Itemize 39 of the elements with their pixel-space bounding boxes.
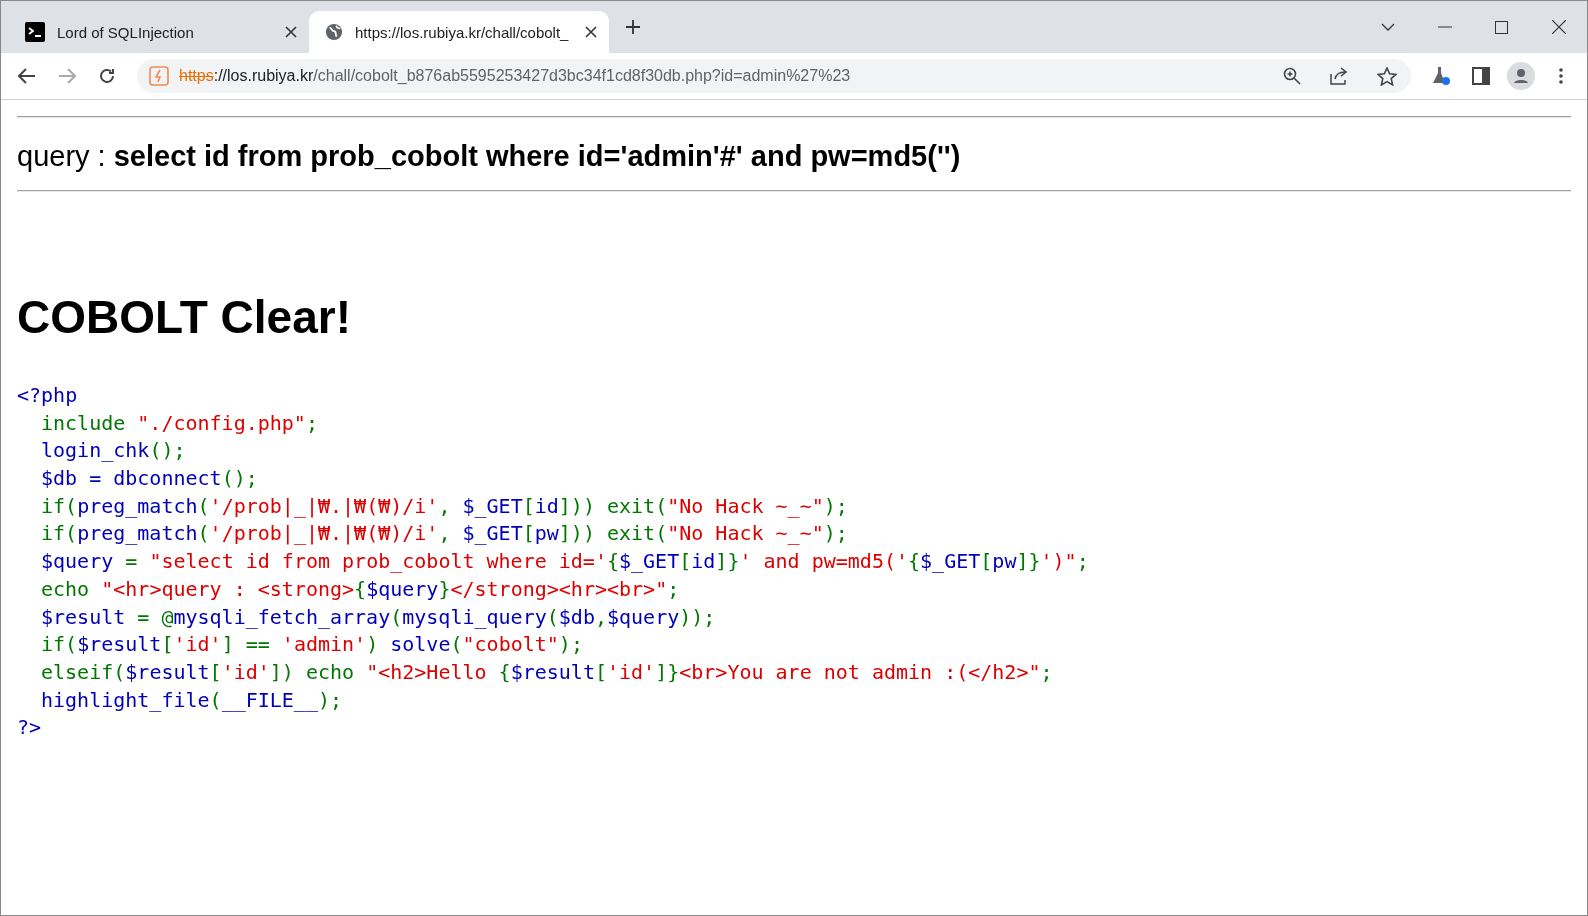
reload-icon[interactable] — [98, 67, 116, 85]
profile-avatar-icon[interactable] — [1507, 62, 1535, 90]
code-line: include "./config.php"; — [40, 409, 318, 437]
code-line: ?> — [17, 714, 42, 742]
query-text: query : select id from prob_cobolt where id='admin'#' and pw=md5('') — [17, 140, 962, 173]
code-line: $query = "select id from prob_cobolt where id='{$_GET[id]}' and pw=md5('{$_GET[pw]}')"; — [40, 548, 1089, 576]
code-line: elseif($result['id']) echo "<h2>Hello {$result['id']}<br>You are not admin :(</h2>"; — [40, 658, 1053, 686]
minimize-icon[interactable] — [1437, 26, 1452, 28]
code-line: echo "<hr>query : <strong>{$query}</strong><hr><br>"; — [40, 575, 680, 603]
globe-icon — [325, 23, 343, 41]
zoom-in-icon[interactable] — [1283, 67, 1301, 85]
back-arrow-icon[interactable] — [18, 68, 36, 84]
address-bar[interactable]: https://los.rubiya.kr/chall/cobolt_b876ab5595253427d3bc34f1cd8f30db.php?id=admin%27%23 — [137, 59, 1411, 93]
close-icon[interactable] — [1551, 20, 1566, 34]
url-text: https://los.rubiya.kr/chall/cobolt_b876ab5595253427d3bc34f1cd8f30db.php?id=admin%27%23 — [179, 67, 852, 85]
star-icon[interactable] — [1377, 66, 1397, 86]
close-icon[interactable] — [285, 26, 297, 38]
share-icon[interactable] — [1329, 67, 1349, 85]
browser-tab[interactable]: https://los.rubiya.kr/chall/cobolt_ — [309, 11, 609, 53]
tab-title: Lord of SQLInjection — [57, 23, 195, 41]
tab-title: https://los.rubiya.kr/chall/cobolt_ — [355, 23, 570, 41]
code-line: $result = @mysqli_fetch_array(mysqli_query($db,$query)); — [40, 603, 716, 631]
code-line: $db = dbconnect(); — [40, 465, 258, 493]
code-line: if(preg_match('/prob|_|₩.|₩(₩)/i', $_GET[pw])) exit("No Hack ~_~"); — [40, 520, 848, 548]
code-line: login_chk(); — [40, 437, 186, 465]
code-line: <?php — [17, 382, 78, 409]
terminal-icon — [25, 22, 45, 42]
page-heading: COBOLT Clear! — [17, 290, 352, 344]
browser-tab[interactable]: Lord of SQLInjection — [9, 11, 309, 53]
code-line: highlight_file(__FILE__); — [40, 686, 343, 714]
chevron-down-icon[interactable] — [1380, 23, 1395, 31]
plus-icon[interactable] — [625, 19, 641, 35]
code-line: if(preg_match('/prob|_|₩.|₩(₩)/i', $_GET[id])) exit("No Hack ~_~"); — [40, 492, 848, 520]
code-line: if($result['id'] == 'admin') solve("cobolt"); — [40, 631, 583, 659]
menu-icon[interactable] — [1559, 68, 1563, 84]
maximize-icon[interactable] — [1495, 20, 1508, 34]
flask-icon[interactable] — [1431, 66, 1451, 86]
side-panel-icon[interactable] — [1472, 67, 1490, 85]
close-icon[interactable] — [585, 26, 597, 38]
